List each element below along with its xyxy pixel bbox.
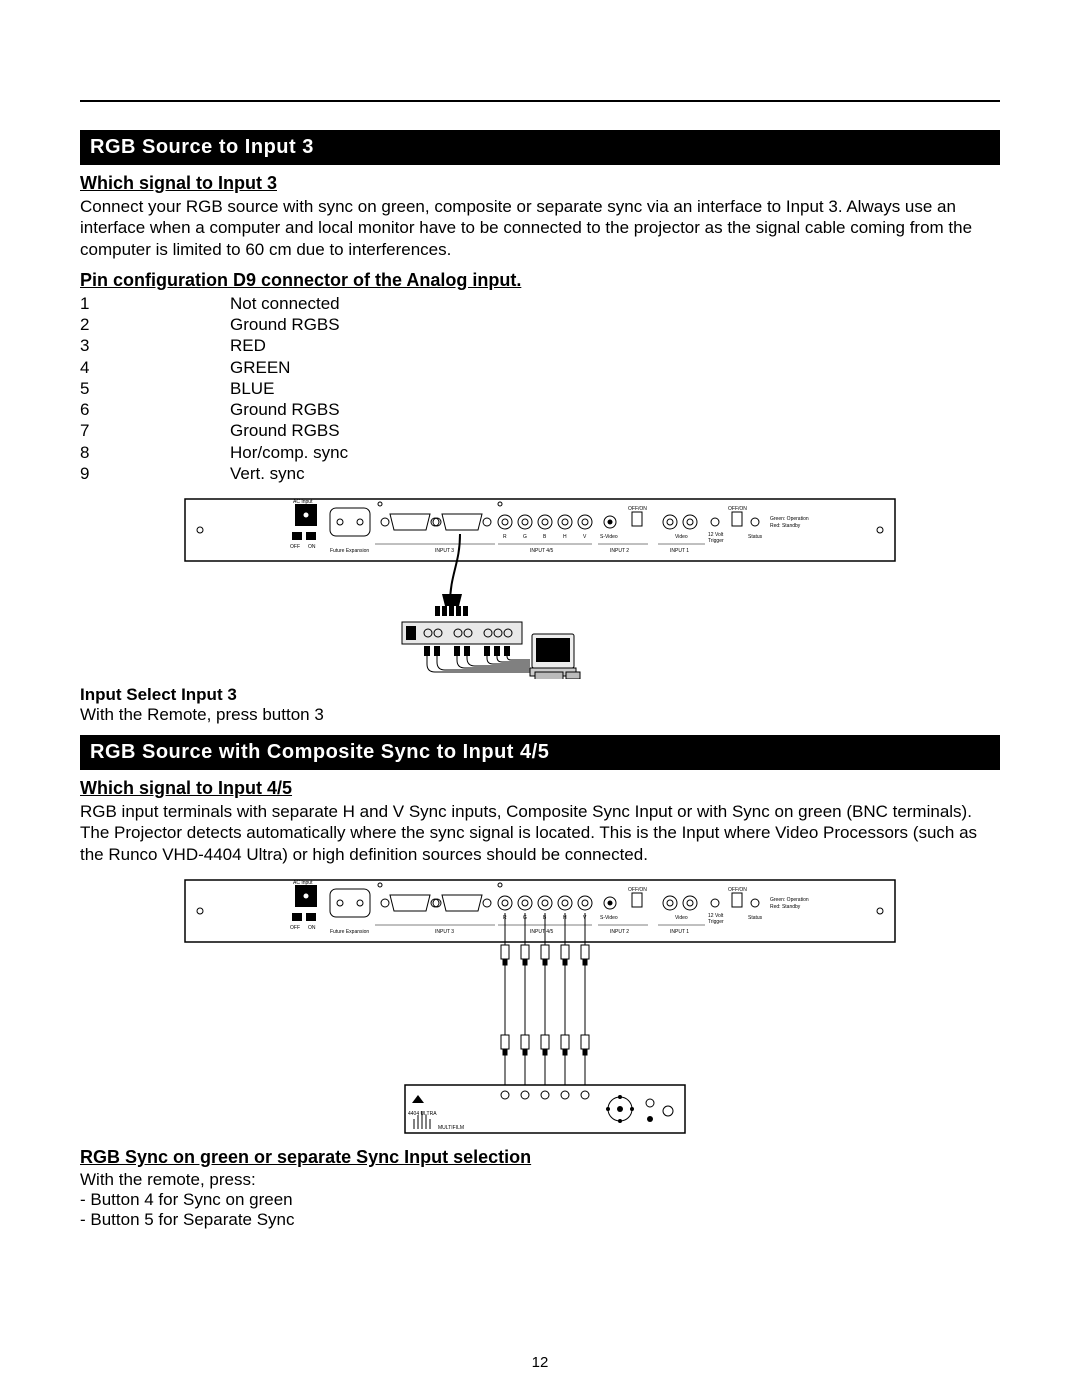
svg-text:OFF/ON: OFF/ON [728, 887, 747, 893]
svg-text:S-Video: S-Video [600, 534, 618, 540]
svg-text:INPUT 1: INPUT 1 [670, 929, 689, 935]
svg-text:ON: ON [308, 925, 316, 931]
s1-subheading-input-select: Input Select Input 3 [80, 685, 1000, 705]
svg-text:INPUT 2: INPUT 2 [610, 548, 629, 554]
pin-desc: RED [230, 335, 266, 356]
svg-text:Video: Video [675, 915, 688, 921]
pin-num: 3 [80, 335, 230, 356]
pin-table: 1Not connected 2Ground RGBS 3RED 4GREEN … [80, 293, 1000, 484]
s2-intro-paragraph: RGB input terminals with separate H and … [80, 801, 1000, 865]
top-rule [80, 100, 1000, 102]
s2-heading-sync-selection: RGB Sync on green or separate Sync Input… [80, 1147, 1000, 1168]
pin-num: 2 [80, 314, 230, 335]
svg-text:AC Input: AC Input [293, 880, 313, 886]
svg-text:Future Expansion: Future Expansion [330, 929, 369, 935]
svg-text:INPUT 3: INPUT 3 [435, 548, 454, 554]
pin-desc: Ground RGBS [230, 399, 340, 420]
svg-text:ON: ON [308, 544, 316, 550]
svg-text:MULTIFILM: MULTIFILM [438, 1125, 464, 1131]
svg-text:Trigger: Trigger [708, 538, 724, 544]
s1-heading-pinconfig: Pin configuration D9 connector of the An… [80, 270, 1000, 291]
pin-num: 7 [80, 420, 230, 441]
svg-text:Red: Standby: Red: Standby [770, 904, 801, 910]
svg-text:INPUT 4/5: INPUT 4/5 [530, 548, 553, 554]
svg-text:Status: Status [748, 915, 763, 921]
diagram-rear-panel-input3: AC Input OFF ON Future Expansion INPUT 3… [80, 494, 1000, 679]
svg-text:Green: Operation: Green: Operation [770, 516, 809, 522]
svg-text:OFF: OFF [290, 544, 300, 550]
section2-title-bar: RGB Source with Composite Sync to Input … [80, 735, 1000, 770]
pin-num: 4 [80, 357, 230, 378]
svg-text:OFF: OFF [290, 925, 300, 931]
svg-text:H: H [563, 534, 567, 540]
svg-text:R: R [503, 534, 507, 540]
pin-num: 9 [80, 463, 230, 484]
svg-text:OFF/ON: OFF/ON [728, 506, 747, 512]
pin-desc: Vert. sync [230, 463, 305, 484]
pin-desc: GREEN [230, 357, 290, 378]
s1-intro-paragraph: Connect your RGB source with sync on gre… [80, 196, 1000, 260]
svg-text:AC Input: AC Input [293, 499, 313, 505]
svg-text:G: G [523, 534, 527, 540]
s2-line-remote: With the remote, press: [80, 1170, 1000, 1190]
svg-text:Video: Video [675, 534, 688, 540]
svg-text:OFF/ON: OFF/ON [628, 887, 647, 893]
pin-desc: Not connected [230, 293, 340, 314]
s1-remote-line: With the Remote, press button 3 [80, 705, 1000, 725]
section1-title-bar: RGB Source to Input 3 [80, 130, 1000, 165]
svg-text:INPUT 3: INPUT 3 [435, 929, 454, 935]
pin-num: 1 [80, 293, 230, 314]
pin-num: 6 [80, 399, 230, 420]
svg-text:INPUT 1: INPUT 1 [670, 548, 689, 554]
pin-desc: Ground RGBS [230, 314, 340, 335]
s2-heading-which-signal: Which signal to Input 4/5 [80, 778, 1000, 799]
svg-text:OFF/ON: OFF/ON [628, 506, 647, 512]
svg-text:INPUT 2: INPUT 2 [610, 929, 629, 935]
svg-text:Future Expansion: Future Expansion [330, 548, 369, 554]
pin-desc: Ground RGBS [230, 420, 340, 441]
pin-desc: Hor/comp. sync [230, 442, 348, 463]
s2-line-button5: - Button 5 for Separate Sync [80, 1210, 1000, 1230]
pin-num: 8 [80, 442, 230, 463]
pin-desc: BLUE [230, 378, 274, 399]
svg-text:B: B [543, 534, 547, 540]
svg-text:Green: Operation: Green: Operation [770, 897, 809, 903]
pin-num: 5 [80, 378, 230, 399]
diagram-rear-panel-input45: AC Input OFF ON Future Expansion INPUT 3… [80, 875, 1000, 1137]
svg-text:Status: Status [748, 534, 763, 540]
s2-line-button4: - Button 4 for Sync on green [80, 1190, 1000, 1210]
svg-text:4404 ULTRA: 4404 ULTRA [408, 1111, 437, 1117]
svg-text:S-Video: S-Video [600, 915, 618, 921]
svg-text:Red: Standby: Red: Standby [770, 523, 801, 529]
s1-heading-which-signal: Which signal to Input 3 [80, 173, 1000, 194]
page-number: 12 [0, 1354, 1080, 1371]
svg-text:V: V [583, 534, 587, 540]
svg-text:Trigger: Trigger [708, 919, 724, 925]
svg-text:INPUT 4/5: INPUT 4/5 [530, 929, 553, 935]
